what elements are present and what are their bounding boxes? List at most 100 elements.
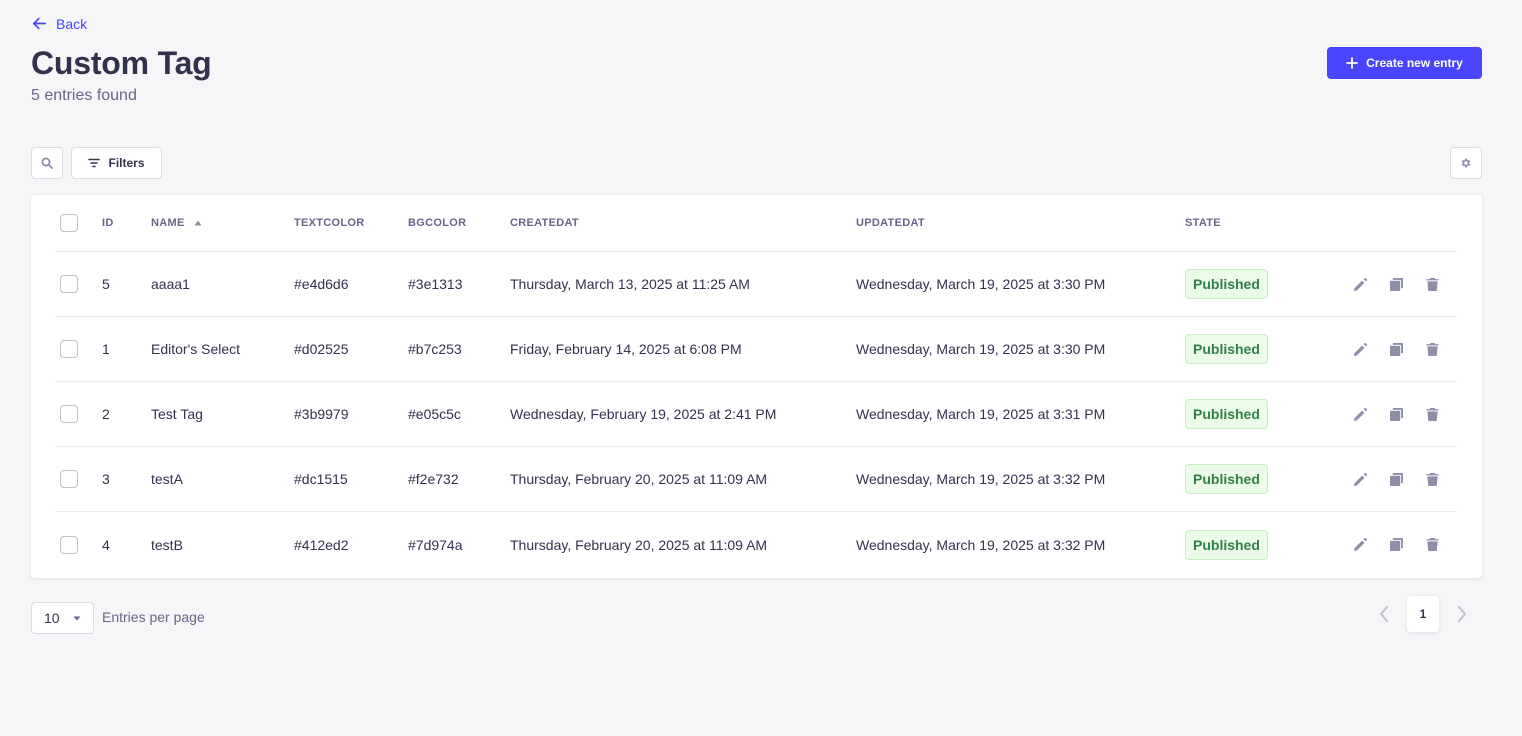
cell-createdat: Thursday, February 20, 2025 at 11:09 AM xyxy=(510,471,768,487)
entries-per-page-select[interactable]: 10 xyxy=(31,602,94,634)
page-button-1[interactable]: 1 xyxy=(1407,596,1439,632)
delete-button[interactable] xyxy=(1414,269,1450,299)
cell-bgcolor: #e05c5c xyxy=(408,406,461,422)
column-header-state[interactable]: STATE xyxy=(1185,195,1221,251)
entries-per-page-label: Entries per page xyxy=(102,609,205,625)
duplicate-button[interactable] xyxy=(1378,334,1414,364)
table-row[interactable]: 4 testB #412ed2 #7d974a Thursday, Februa… xyxy=(55,512,1457,577)
chevron-left-icon xyxy=(1380,606,1388,622)
pencil-icon xyxy=(1353,538,1367,551)
row-checkbox[interactable] xyxy=(60,535,78,554)
column-header-updatedat[interactable]: UPDATEDAT xyxy=(856,195,925,251)
duplicate-button[interactable] xyxy=(1378,530,1414,560)
table-row[interactable]: 5 aaaa1 #e4d6d6 #3e1313 Thursday, March … xyxy=(55,252,1457,317)
row-checkbox[interactable] xyxy=(60,470,78,488)
duplicate-button[interactable] xyxy=(1378,269,1414,299)
cell-id: 2 xyxy=(102,406,110,422)
cell-updatedat: Wednesday, March 19, 2025 at 3:32 PM xyxy=(856,536,1106,553)
filters-button[interactable]: Filters xyxy=(71,147,162,179)
cell-updatedat: Wednesday, March 19, 2025 at 3:31 PM xyxy=(856,406,1106,422)
cell-name: testA xyxy=(151,471,183,487)
duplicate-icon xyxy=(1389,277,1403,291)
table-header-row: ID NAME TEXTCOLOR BGCOLOR CREATEDAT UPDA… xyxy=(55,195,1457,252)
cell-bgcolor: #b7c253 xyxy=(408,341,462,357)
trash-icon xyxy=(1425,342,1439,356)
cell-bgcolor: #3e1313 xyxy=(408,276,463,292)
duplicate-button[interactable] xyxy=(1378,464,1414,494)
cell-createdat: Wednesday, February 19, 2025 at 2:41 PM xyxy=(510,406,777,422)
cell-name: aaaa1 xyxy=(151,276,190,292)
table-row[interactable]: 3 testA #dc1515 #f2e732 Thursday, Februa… xyxy=(55,447,1457,512)
back-link[interactable]: Back xyxy=(31,15,87,32)
column-header-id[interactable]: ID xyxy=(102,195,114,251)
previous-page-button[interactable] xyxy=(1372,602,1396,626)
column-header-createdat[interactable]: CREATEDAT xyxy=(510,195,579,251)
duplicate-icon xyxy=(1389,472,1403,486)
column-header-name-label: NAME xyxy=(151,217,185,229)
trash-icon xyxy=(1425,407,1439,421)
edit-button[interactable] xyxy=(1342,464,1378,494)
status-badge: Published xyxy=(1185,529,1268,560)
trash-icon xyxy=(1425,538,1439,551)
column-header-name[interactable]: NAME xyxy=(151,195,202,251)
pencil-icon xyxy=(1353,342,1367,356)
chevron-right-icon xyxy=(1458,606,1466,622)
cell-name: Test Tag xyxy=(151,406,203,422)
cell-name: Editor's Select xyxy=(151,341,241,357)
edit-button[interactable] xyxy=(1342,530,1378,560)
delete-button[interactable] xyxy=(1414,334,1450,364)
table-row[interactable]: 1 Editor's Select #d02525 #b7c253 Friday… xyxy=(55,317,1457,382)
cell-createdat: Friday, February 14, 2025 at 6:08 PM xyxy=(510,341,742,357)
back-label: Back xyxy=(56,15,88,32)
delete-button[interactable] xyxy=(1414,399,1450,429)
table-row[interactable]: 2 Test Tag #3b9979 #e05c5c Wednesday, Fe… xyxy=(55,382,1457,447)
cell-name: testB xyxy=(151,536,183,553)
entries-table: ID NAME TEXTCOLOR BGCOLOR CREATEDAT UPDA… xyxy=(31,195,1482,578)
duplicate-icon xyxy=(1389,407,1403,421)
cell-id: 5 xyxy=(102,276,110,292)
filters-label: Filters xyxy=(108,156,145,170)
edit-button[interactable] xyxy=(1342,269,1378,299)
delete-button[interactable] xyxy=(1414,464,1450,494)
row-checkbox[interactable] xyxy=(60,340,78,358)
sort-ascending-icon xyxy=(194,220,202,226)
column-header-textcolor[interactable]: TEXTCOLOR xyxy=(294,195,365,251)
duplicate-icon xyxy=(1389,342,1403,356)
cell-id: 4 xyxy=(102,536,110,553)
row-checkbox[interactable] xyxy=(60,275,78,293)
content-manager-page: Back Custom Tag 5 entries found Create n… xyxy=(0,0,1522,736)
cell-textcolor: #d02525 xyxy=(294,341,349,357)
row-checkbox[interactable] xyxy=(60,405,78,423)
edit-button[interactable] xyxy=(1342,334,1378,364)
delete-button[interactable] xyxy=(1414,530,1450,560)
cell-bgcolor: #f2e732 xyxy=(408,471,459,487)
status-badge: Published xyxy=(1185,269,1268,299)
pencil-icon xyxy=(1353,472,1367,486)
page-title: Custom Tag xyxy=(31,45,212,81)
cell-updatedat: Wednesday, March 19, 2025 at 3:30 PM xyxy=(856,276,1106,292)
plus-icon xyxy=(1346,57,1359,69)
chevron-down-icon xyxy=(73,616,81,621)
pencil-icon xyxy=(1353,277,1367,291)
gear-icon xyxy=(1461,158,1471,168)
pencil-icon xyxy=(1353,407,1367,421)
search-icon xyxy=(41,157,53,169)
cell-bgcolor: #7d974a xyxy=(408,536,463,553)
cell-createdat: Thursday, March 13, 2025 at 11:25 AM xyxy=(510,276,750,292)
view-settings-button[interactable] xyxy=(1450,147,1482,179)
duplicate-icon xyxy=(1389,538,1403,551)
next-page-button[interactable] xyxy=(1450,602,1474,626)
duplicate-button[interactable] xyxy=(1378,399,1414,429)
cell-updatedat: Wednesday, March 19, 2025 at 3:32 PM xyxy=(856,471,1106,487)
create-label: Create new entry xyxy=(1366,56,1463,70)
cell-textcolor: #dc1515 xyxy=(294,471,348,487)
cell-id: 3 xyxy=(102,471,110,487)
filter-icon xyxy=(88,158,101,168)
search-button[interactable] xyxy=(31,147,63,179)
column-header-bgcolor[interactable]: BGCOLOR xyxy=(408,195,466,251)
per-page-value: 10 xyxy=(44,610,60,626)
cell-createdat: Thursday, February 20, 2025 at 11:09 AM xyxy=(510,536,768,553)
edit-button[interactable] xyxy=(1342,399,1378,429)
select-all-checkbox[interactable] xyxy=(60,214,78,232)
create-new-entry-button[interactable]: Create new entry xyxy=(1327,47,1482,79)
